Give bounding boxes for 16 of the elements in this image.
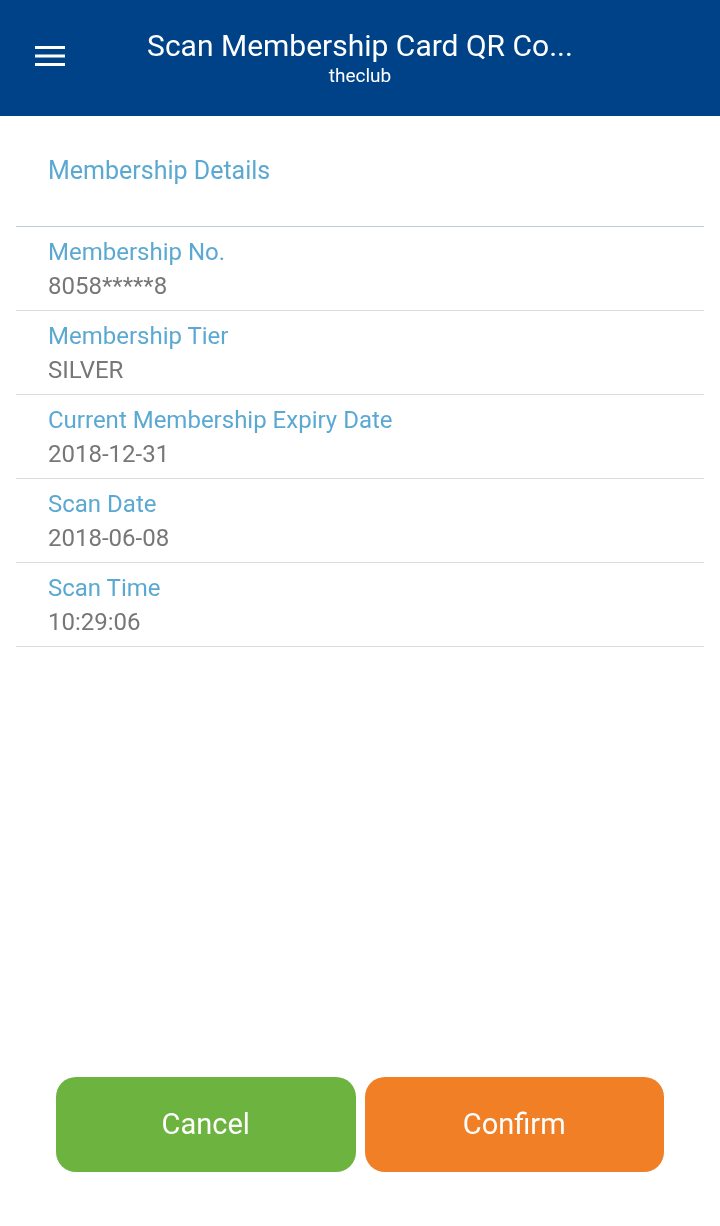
confirm-button[interactable]: Confirm xyxy=(364,1077,664,1172)
field-value: 10:29:06 xyxy=(48,606,142,638)
field-label: Scan Time xyxy=(48,572,162,604)
field-label: Scan Date xyxy=(48,488,158,520)
field-value: SILVER xyxy=(48,354,125,386)
field-label: Current Membership Expiry Date xyxy=(48,404,394,436)
field-label: Membership Tier xyxy=(48,320,230,352)
section-heading: Membership Details xyxy=(48,155,271,188)
screen-title: Scan Membership Card QR Co... xyxy=(147,28,573,64)
menu-icon[interactable] xyxy=(35,46,65,66)
field-label: Membership No. xyxy=(48,236,227,268)
screen-subtitle: theclub xyxy=(328,64,392,88)
cancel-button[interactable]: Cancel xyxy=(56,1077,356,1172)
field-value: 8058*****8 xyxy=(48,270,169,302)
field-value: 2018-12-31 xyxy=(48,438,171,470)
field-value: 2018-06-08 xyxy=(48,522,171,554)
